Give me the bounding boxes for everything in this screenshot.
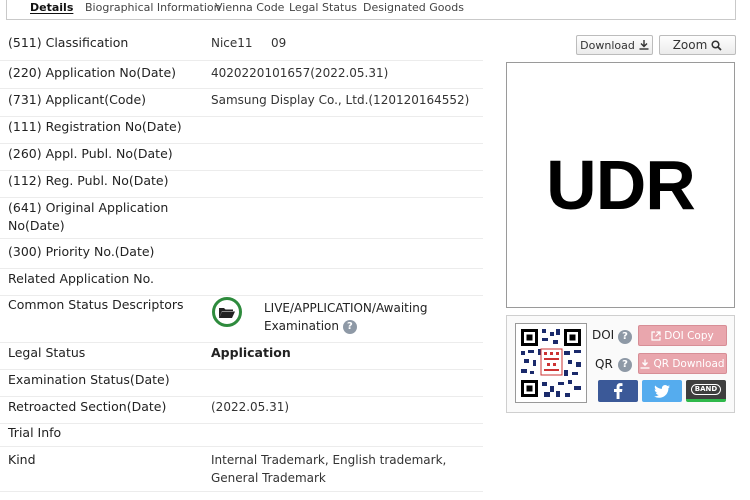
application-no-label: (220) Application No(Date) [8, 64, 176, 82]
zoom-button-label: Zoom [673, 38, 708, 52]
download-icon [640, 359, 650, 369]
applicant-value: Samsung Display Co., Ltd.(120120164552) [211, 91, 469, 109]
related-application-label: Related Application No. [8, 270, 154, 288]
tab-designated-goods[interactable]: Designated Goods [363, 1, 464, 14]
row-kind: Kind Internal Trademark, English tradema… [0, 451, 483, 492]
classification-class: 09 [271, 34, 286, 52]
twitter-icon [654, 385, 670, 398]
examination-status-label: Examination Status(Date) [8, 371, 170, 389]
row-legal-status: Legal Status Application [0, 343, 483, 370]
doi-help-icon[interactable]: ? [618, 330, 632, 344]
row-related-application: Related Application No. [0, 269, 483, 296]
folder-icon [212, 297, 242, 327]
row-classification: (511) Classification Nice11 09 [0, 33, 483, 61]
tab-biographical-information[interactable]: Biographical Information [85, 1, 221, 14]
registration-no-label: (111) Registration No(Date) [8, 118, 182, 136]
trial-info-label: Trial Info [8, 424, 61, 442]
tab-bar: Details Biographical Information Vienna … [6, 0, 736, 20]
row-priority-no: (300) Priority No.(Date) [0, 242, 483, 269]
row-original-application: (641) Original Application No(Date) [0, 198, 483, 239]
twitter-share-button[interactable] [642, 380, 682, 402]
classification-label: (511) Classification [8, 34, 128, 52]
row-appl-publ-no: (260) Appl. Publ. No(Date) [0, 144, 483, 171]
facebook-icon [613, 383, 623, 399]
kind-label: Kind [8, 451, 36, 469]
trademark-image[interactable]: UDR [506, 62, 735, 308]
classification-nice: Nice11 [211, 34, 253, 52]
common-status-value-wrap: LIVE/APPLICATION/Awaiting Examination ? [264, 299, 464, 335]
retroacted-section-value: (2022.05.31) [211, 398, 289, 416]
applicant-label: (731) Applicant(Code) [8, 91, 146, 109]
magnifier-icon [711, 40, 722, 51]
retroacted-section-label: Retroacted Section(Date) [8, 398, 166, 416]
qr-code-image [516, 324, 586, 402]
download-button-label: Download [580, 39, 635, 52]
legal-status-value: Application [211, 344, 291, 362]
qr-help-icon[interactable]: ? [618, 358, 632, 372]
doi-label: DOI [592, 328, 614, 342]
facebook-share-button[interactable] [598, 380, 638, 402]
kind-value: Internal Trademark, English trademark, G… [211, 451, 481, 487]
band-share-button[interactable]: BAND [686, 380, 726, 402]
original-application-label: (641) Original Application No(Date) [8, 199, 198, 235]
row-examination-status: Examination Status(Date) [0, 370, 483, 397]
qr-code[interactable] [515, 323, 587, 403]
appl-publ-no-label: (260) Appl. Publ. No(Date) [8, 145, 173, 163]
share-panel: DOI ? DOI Copy QR ? QR Download BAND [506, 315, 735, 413]
qr-label: QR [595, 357, 613, 371]
status-help-icon[interactable]: ? [343, 320, 357, 334]
external-link-icon [651, 331, 661, 341]
band-icon: BAND [691, 384, 721, 395]
doi-copy-label: DOI Copy [664, 330, 713, 342]
qr-download-button[interactable]: QR Download [638, 353, 727, 374]
priority-no-label: (300) Priority No.(Date) [8, 243, 154, 261]
download-icon [639, 40, 649, 50]
trademark-text: UDR [546, 145, 695, 225]
tab-legal-status[interactable]: Legal Status [289, 1, 357, 14]
legal-status-label: Legal Status [8, 344, 85, 362]
row-retroacted-section: Retroacted Section(Date) (2022.05.31) [0, 397, 483, 424]
row-reg-publ-no: (112) Reg. Publ. No(Date) [0, 171, 483, 198]
row-applicant: (731) Applicant(Code) Samsung Display Co… [0, 89, 483, 117]
row-trial-info: Trial Info [0, 424, 483, 447]
qr-download-label: QR Download [653, 358, 724, 370]
tab-details[interactable]: Details [30, 1, 73, 14]
download-button[interactable]: Download [576, 35, 653, 55]
tab-vienna-code[interactable]: Vienna Code [215, 1, 284, 14]
zoom-button[interactable]: Zoom [659, 35, 736, 55]
doi-copy-button[interactable]: DOI Copy [638, 325, 727, 346]
row-registration-no: (111) Registration No(Date) [0, 117, 483, 144]
row-application-no: (220) Application No(Date) 4020220101657… [0, 61, 483, 89]
common-status-label: Common Status Descriptors [8, 296, 184, 314]
reg-publ-no-label: (112) Reg. Publ. No(Date) [8, 172, 169, 190]
application-no-value: 4020220101657(2022.05.31) [211, 64, 388, 82]
